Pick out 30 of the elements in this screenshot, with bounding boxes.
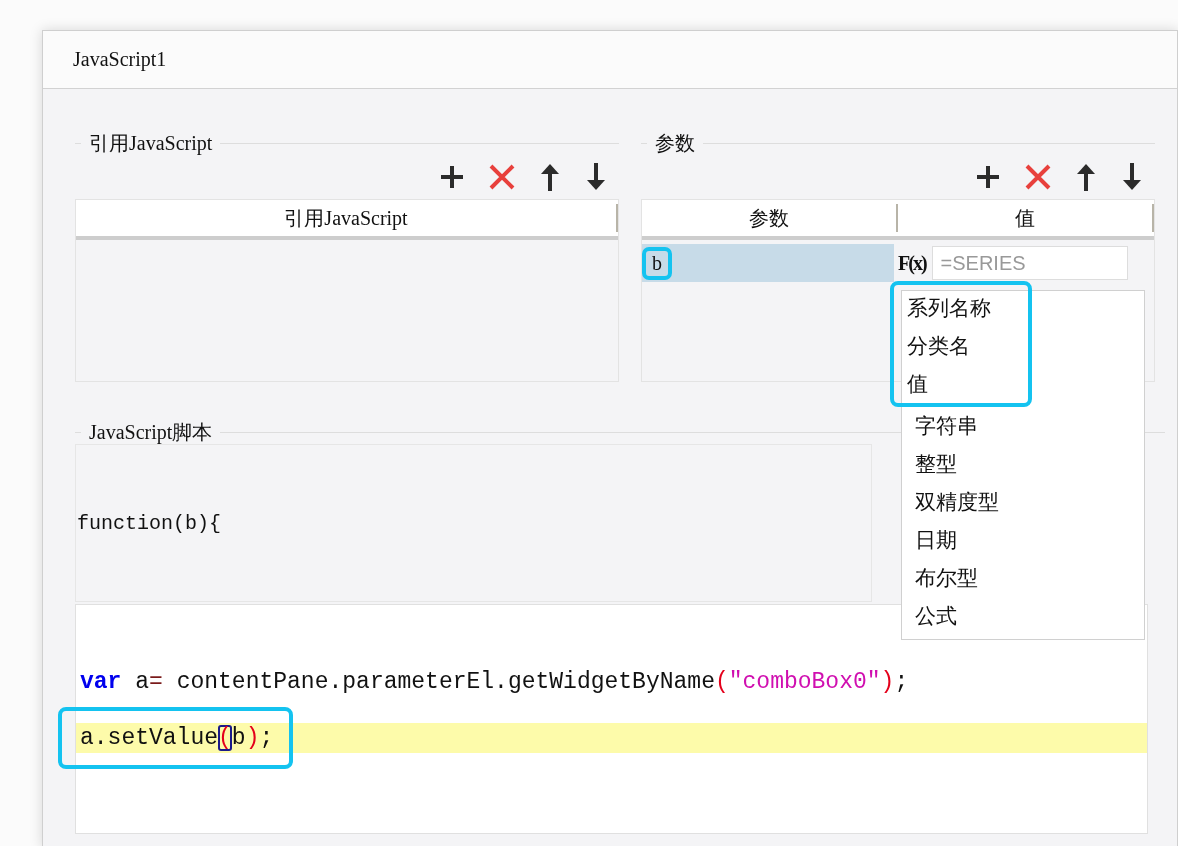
dropdown-option[interactable]: 字符串 [902,407,1144,445]
code-text: a.setValue(b); [58,707,294,769]
section-title: 参数 [655,130,695,156]
dropdown-option[interactable]: 系列名称 [902,289,1028,327]
section-title: JavaScript脚本 [89,419,213,446]
arrow-up-icon[interactable] [539,163,561,191]
parameter-name: b [642,246,672,280]
delete-icon[interactable] [1025,164,1051,190]
dropdown-option[interactable]: 分类名 [902,327,1028,365]
dropdown-option[interactable]: 值 [902,365,1028,403]
dropdown-option[interactable]: 双精度型 [902,483,1144,521]
delete-icon[interactable] [489,164,515,190]
function-signature: function(b){ [76,511,222,535]
add-icon[interactable] [975,164,1001,190]
arrow-down-icon[interactable] [585,163,607,191]
arrow-down-icon[interactable] [1121,163,1143,191]
column-header: 值 [898,204,1154,232]
value-input-field[interactable]: =SERIES [931,246,1128,280]
arrow-up-icon[interactable] [1075,163,1097,191]
dialog-title: JavaScript1 [73,48,167,71]
dropdown-option[interactable]: 日期 [902,521,1144,559]
column-header: 参数 [642,204,898,232]
parameter-name-cell[interactable]: b [642,244,894,282]
dropdown-option[interactable]: 整型 [902,445,1144,483]
formula-button[interactable]: F(x) [898,251,926,275]
code-text: var a= contentPane.parameterEl.getWidgetByName("comboBox0"); [79,668,910,697]
dropdown-option[interactable]: 布尔型 [902,559,1144,597]
add-icon[interactable] [439,164,465,190]
section-title: 引用JavaScript [89,130,213,157]
column-header: 引用JavaScript [76,204,618,232]
